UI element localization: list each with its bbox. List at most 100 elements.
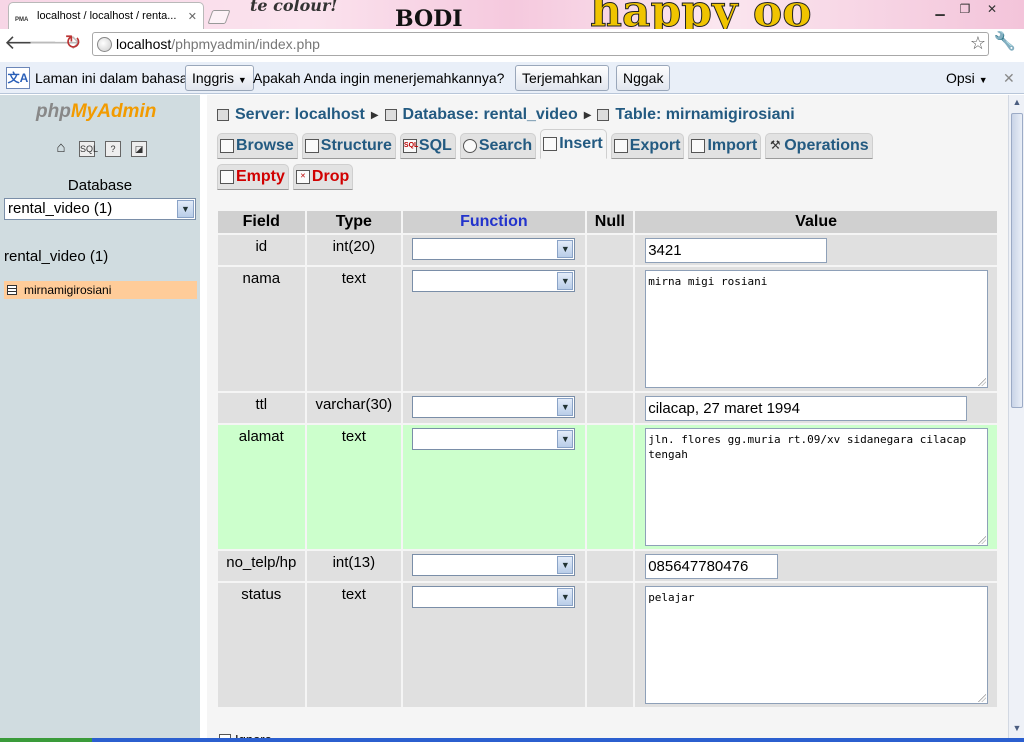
breadcrumb-separator-icon: ▶ bbox=[370, 109, 379, 121]
back-icon[interactable]: 🡐 bbox=[4, 32, 58, 56]
function-select[interactable]: ▼ bbox=[412, 270, 576, 292]
globe-icon bbox=[97, 36, 112, 52]
function-select[interactable]: ▼ bbox=[412, 238, 576, 260]
reload-icon[interactable]: ↻ bbox=[60, 32, 86, 56]
new-tab-button[interactable] bbox=[207, 10, 231, 24]
tab-empty[interactable]: Empty bbox=[217, 164, 289, 190]
language-dropdown[interactable]: Inggris ▼ bbox=[185, 65, 254, 91]
tab-browse[interactable]: Browse bbox=[217, 133, 298, 159]
function-select[interactable]: ▼ bbox=[412, 586, 576, 608]
window-titlebar: te colour! BODI happy oo PMA localhost /… bbox=[0, 0, 1024, 29]
close-translate-icon[interactable]: ✕ bbox=[1003, 70, 1015, 87]
value-cell: 085647780476 bbox=[635, 551, 997, 581]
table-row: ttl varchar(30) ▼ cilacap, 27 maret 1994 bbox=[218, 393, 997, 423]
chevron-down-icon: ▼ bbox=[557, 588, 574, 606]
null-cell bbox=[586, 425, 634, 549]
breadcrumb-table[interactable]: Table: mirnamigirosiani bbox=[615, 106, 794, 124]
tab-label: Browse bbox=[236, 137, 294, 154]
chevron-down-icon: ▼ bbox=[557, 240, 574, 258]
import-icon bbox=[691, 139, 706, 153]
field-name: id bbox=[218, 235, 305, 265]
tab-structure[interactable]: Structure bbox=[301, 133, 396, 159]
table-row: alamat text ▼ jln. flores gg.muria rt.09… bbox=[218, 425, 997, 549]
tab-drop[interactable]: ✕ Drop bbox=[292, 164, 354, 190]
header-function[interactable]: Function bbox=[403, 211, 585, 233]
restore-icon[interactable]: ❐ bbox=[955, 2, 975, 18]
tab-title: localhost / localhost / renta... bbox=[37, 10, 177, 22]
wrench-icon[interactable]: 🔧 bbox=[994, 31, 1016, 52]
forward-icon[interactable]: 🡒 bbox=[28, 32, 82, 56]
function-select[interactable]: ▼ bbox=[412, 428, 576, 450]
scroll-up-icon[interactable]: ▲ bbox=[1011, 97, 1023, 111]
function-select[interactable]: ▼ bbox=[412, 396, 576, 418]
insert-form-table: Field Type Function Null Value id int(20… bbox=[216, 209, 999, 709]
field-type: varchar(30) bbox=[306, 393, 402, 423]
tab-search[interactable]: Search bbox=[459, 133, 537, 159]
minimize-icon[interactable]: ▁ bbox=[930, 2, 950, 18]
chevron-down-icon: ▼ bbox=[557, 556, 574, 574]
value-textarea-status[interactable]: pelajar bbox=[645, 586, 989, 704]
breadcrumb-server[interactable]: Server: localhost bbox=[235, 106, 365, 124]
options-label: Opsi bbox=[946, 70, 975, 86]
help-icon[interactable]: ◪ bbox=[131, 141, 147, 157]
table-list-item[interactable]: mirnamigirosiani bbox=[4, 281, 197, 299]
documentation-icon[interactable]: ? bbox=[105, 141, 121, 157]
value-cell: 3421 bbox=[635, 235, 997, 265]
database-name-link[interactable]: rental_video (1) bbox=[4, 248, 108, 265]
header-type: Type bbox=[306, 211, 402, 233]
table-header-row: Field Type Function Null Value bbox=[218, 211, 997, 233]
sql-query-icon[interactable]: SQL bbox=[79, 141, 98, 157]
tab-bar-secondary: Empty ✕ Drop bbox=[217, 164, 357, 190]
table-row: nama text ▼ mirna migi rosiani bbox=[218, 267, 997, 391]
field-name: status bbox=[218, 583, 305, 707]
value-input-ttl[interactable]: cilacap, 27 maret 1994 bbox=[645, 396, 968, 421]
options-menu[interactable]: Opsi ▼ bbox=[946, 70, 988, 86]
tab-operations[interactable]: ⚒ Operations bbox=[765, 133, 873, 159]
null-cell bbox=[586, 551, 634, 581]
value-cell: cilacap, 27 maret 1994 bbox=[635, 393, 997, 423]
breadcrumb-separator-icon: ▶ bbox=[583, 109, 592, 121]
close-tab-icon[interactable]: ✕ bbox=[188, 10, 197, 23]
header-field: Field bbox=[218, 211, 305, 233]
url-path: /phpmyadmin/index.php bbox=[171, 36, 320, 52]
vertical-scrollbar[interactable]: ▲ ▼ bbox=[1008, 95, 1024, 742]
tab-export[interactable]: Export bbox=[610, 133, 685, 159]
field-name: ttl bbox=[218, 393, 305, 423]
bookmark-star-icon[interactable]: ☆ bbox=[970, 33, 986, 54]
left-navigation-frame: phpMyAdmin ⌂ SQL ? ◪ Database rental_vid… bbox=[0, 95, 200, 742]
tab-sql[interactable]: SQL SQL bbox=[399, 133, 456, 159]
address-bar[interactable]: localhost/phpmyadmin/index.php bbox=[92, 32, 989, 56]
value-cell: jln. flores gg.muria rt.09/xv sidanegara… bbox=[635, 425, 997, 549]
decor-text-3: happy oo bbox=[590, 0, 813, 29]
search-icon bbox=[462, 139, 477, 153]
scrollbar-thumb[interactable] bbox=[1011, 113, 1023, 408]
dismiss-button[interactable]: Nggak bbox=[616, 65, 671, 91]
breadcrumb-database[interactable]: Database: rental_video bbox=[403, 106, 578, 124]
server-icon bbox=[217, 109, 229, 121]
tab-insert[interactable]: Insert bbox=[540, 129, 607, 159]
value-textarea-nama[interactable]: mirna migi rosiani bbox=[645, 270, 989, 388]
url-host: localhost bbox=[116, 36, 172, 52]
table-row: no_telp/hp int(13) ▼ 085647780476 bbox=[218, 551, 997, 581]
browser-tab[interactable]: PMA localhost / localhost / renta... ✕ bbox=[8, 2, 204, 29]
home-icon[interactable]: ⌂ bbox=[53, 140, 69, 157]
decor-text-2: BODI bbox=[395, 6, 463, 29]
scroll-down-icon[interactable]: ▼ bbox=[1011, 723, 1023, 737]
tab-label: Insert bbox=[559, 135, 603, 152]
value-input-id[interactable]: 3421 bbox=[645, 238, 828, 263]
null-cell bbox=[586, 393, 634, 423]
tab-import[interactable]: Import bbox=[688, 133, 762, 159]
translate-button[interactable]: Terjemahkan bbox=[515, 65, 610, 91]
function-select[interactable]: ▼ bbox=[412, 554, 576, 576]
table-item-label: mirnamigirosiani bbox=[24, 283, 112, 297]
close-window-icon[interactable]: ✕ bbox=[982, 2, 1002, 18]
value-input-no-telp[interactable]: 085647780476 bbox=[645, 554, 779, 579]
null-cell bbox=[586, 267, 634, 391]
table-row: id int(20) ▼ 3421 bbox=[218, 235, 997, 265]
phpmyadmin-logo[interactable]: phpMyAdmin bbox=[36, 101, 156, 123]
breadcrumb: Server: localhost ▶ Database: rental_vid… bbox=[217, 106, 795, 124]
value-textarea-alamat[interactable]: jln. flores gg.muria rt.09/xv sidanegara… bbox=[645, 428, 989, 546]
null-cell bbox=[586, 583, 634, 707]
database-select[interactable]: rental_video (1) ▼ bbox=[4, 198, 196, 220]
field-type: text bbox=[306, 425, 402, 549]
